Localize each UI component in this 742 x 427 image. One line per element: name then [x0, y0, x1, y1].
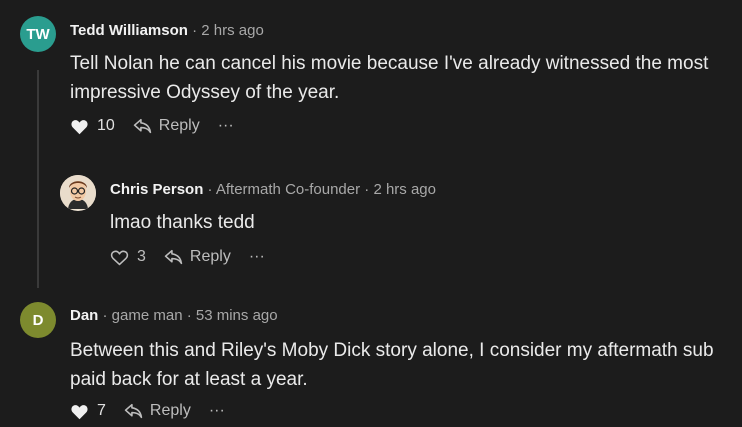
- comment-body: Between this and Riley's Moby Dick story…: [70, 336, 714, 394]
- reply-label: Reply: [158, 117, 200, 134]
- reply-label: Reply: [149, 402, 191, 419]
- like-button[interactable]: 10: [70, 117, 115, 135]
- more-options-icon[interactable]: ···: [249, 248, 265, 266]
- avatar[interactable]: TW: [20, 16, 56, 52]
- heart-filled-icon: [70, 403, 89, 420]
- comment-meta: Chris Person · Aftermath Co-founder · 2 …: [110, 181, 436, 198]
- like-button[interactable]: 3: [110, 248, 146, 266]
- more-options-icon[interactable]: ···: [209, 402, 225, 420]
- comment-body: lmao thanks tedd: [110, 208, 255, 237]
- comment-body: Tell Nolan he can cancel his movie becau…: [70, 49, 708, 107]
- avatar[interactable]: [60, 175, 96, 211]
- more-options-icon[interactable]: ···: [218, 117, 234, 135]
- like-count: 10: [97, 117, 115, 134]
- reply-label: Reply: [189, 248, 231, 265]
- comment-meta: Dan · game man · 53 mins ago: [70, 307, 278, 324]
- avatar[interactable]: D: [20, 302, 56, 338]
- reply-button[interactable]: Reply: [164, 248, 231, 266]
- reply-button[interactable]: Reply: [133, 117, 200, 135]
- comment-line: paid back for at least a year.: [70, 369, 308, 390]
- reply-arrow-icon: [164, 249, 183, 265]
- author-name[interactable]: Chris Person: [110, 181, 203, 198]
- reply-arrow-icon: [133, 118, 152, 134]
- comment-timestamp: · 2 hrs ago: [187, 22, 264, 39]
- comment-actions: 10 Reply ···: [70, 117, 234, 135]
- comment-line: impressive Odyssey of the year.: [70, 82, 340, 103]
- like-button[interactable]: 7: [70, 402, 106, 420]
- comment-line: lmao thanks tedd: [110, 212, 255, 233]
- avatar-initials: TW: [26, 25, 50, 43]
- avatar-initials: D: [32, 311, 44, 329]
- comment-timestamp: · game man · 53 mins ago: [98, 307, 278, 324]
- comment-meta: Tedd Williamson · 2 hrs ago: [70, 22, 264, 39]
- comment-line: Between this and Riley's Moby Dick story…: [70, 340, 714, 361]
- like-count: 3: [137, 248, 146, 265]
- like-count: 7: [97, 402, 106, 419]
- reply-arrow-icon: [124, 403, 143, 419]
- heart-filled-icon: [70, 118, 89, 135]
- comment-actions: 7 Reply ···: [70, 402, 225, 420]
- heart-outline-icon: [110, 249, 129, 266]
- comment-timestamp: · Aftermath Co-founder · 2 hrs ago: [203, 181, 436, 198]
- author-name[interactable]: Dan: [70, 307, 98, 324]
- thread-line: [37, 70, 39, 288]
- reply-button[interactable]: Reply: [124, 402, 191, 420]
- person-glasses-icon: [60, 175, 96, 211]
- author-name[interactable]: Tedd Williamson: [70, 22, 188, 39]
- comment-line: Tell Nolan he can cancel his movie becau…: [70, 53, 709, 74]
- comment-actions: 3 Reply ···: [110, 248, 265, 266]
